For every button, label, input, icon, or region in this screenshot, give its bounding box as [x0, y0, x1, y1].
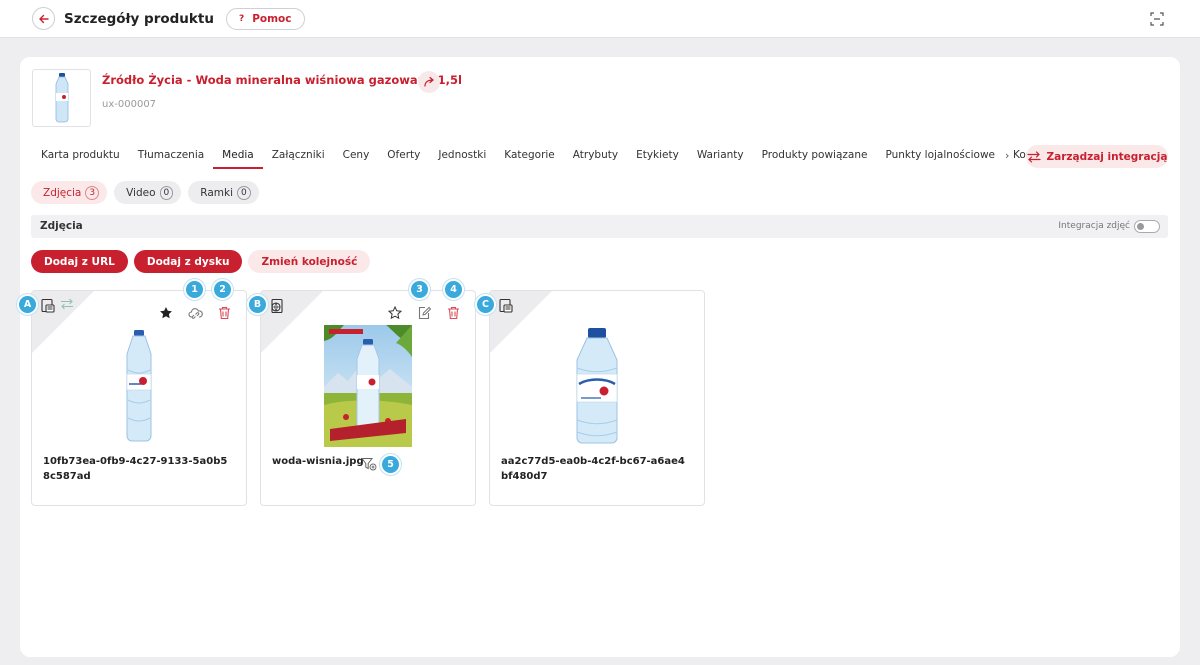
image-file-name: aa2c77d5-ea0b-4c2f-bc67-a6ae4bf480d7: [501, 456, 685, 482]
top-bar: Szczegóły produktu ? Pomoc: [0, 0, 1200, 38]
action-buttons: Dodaj z URL Dodaj z dysku Zmień kolejnoś…: [31, 250, 371, 273]
edit-icon[interactable]: [416, 305, 432, 321]
add-from-disk-button[interactable]: Dodaj z dysku: [133, 250, 243, 273]
swap-arrows-icon: [1026, 150, 1041, 163]
subtab-video[interactable]: Video 0: [114, 181, 182, 204]
subtab-ramki[interactable]: Ramki 0: [188, 181, 259, 204]
arrow-left-icon: [38, 14, 49, 23]
media-type-tabs: Zdjęcia 3 Video 0 Ramki 0: [31, 181, 259, 204]
subtab-label: Ramki: [200, 186, 233, 199]
product-thumbnail: [32, 69, 91, 127]
product-image[interactable]: [261, 325, 475, 447]
star-outline-icon[interactable]: [387, 305, 403, 321]
disk-image-icon: [41, 298, 55, 313]
product-image[interactable]: [32, 325, 246, 447]
reorder-button[interactable]: Zmień kolejność: [248, 250, 371, 273]
count-badge: 3: [85, 185, 100, 200]
toggle-label: Integracja zdjęć: [1058, 221, 1130, 231]
count-badge: 0: [159, 185, 174, 200]
share-button[interactable]: [418, 71, 440, 93]
image-card: 10fb73ea-0fb9-4c27-9133-5a0b58c587ad: [31, 290, 247, 506]
back-button[interactable]: [32, 7, 55, 30]
page-title: Szczegóły produktu: [64, 10, 214, 27]
star-filled-icon[interactable]: [158, 305, 174, 321]
marker-b: B: [247, 294, 268, 315]
subtab-zdjecia[interactable]: Zdjęcia 3: [31, 181, 108, 204]
product-name: Źródło Życia - Woda mineralna wiśniowa g…: [102, 73, 462, 87]
tab-jednostki[interactable]: Jednostki: [429, 145, 495, 169]
trash-icon[interactable]: [445, 305, 461, 321]
marker-4: 4: [443, 279, 464, 300]
subtab-label: Zdjęcia: [43, 186, 82, 199]
image-card: woda-wisnia.jpg: [260, 290, 476, 506]
tab-kategorie[interactable]: Kategorie: [495, 145, 564, 169]
tab-punkty-lojalnosciowe[interactable]: Punkty lojalnościowe: [876, 145, 1004, 169]
subtab-label: Video: [126, 186, 156, 199]
count-badge: 0: [237, 185, 251, 200]
tab-bar: Karta produktu Tłumaczenia Media Załączn…: [32, 145, 1049, 169]
image-card: aa2c77d5-ea0b-4c2f-bc67-a6ae4bf480d7: [489, 290, 705, 506]
image-actions: [387, 305, 461, 321]
fullscreen-icon[interactable]: [1150, 12, 1164, 26]
image-integration-toggle[interactable]: [1134, 220, 1160, 233]
cloud-link-icon[interactable]: [187, 305, 203, 321]
chevron-right-icon[interactable]: ›: [1005, 149, 1009, 162]
marker-2: 2: [212, 279, 233, 300]
filter-add-icon[interactable]: [361, 457, 377, 471]
tab-tlumaczenia[interactable]: Tłumaczenia: [129, 145, 213, 169]
manage-integration-label: Zarządzaj integracją: [1046, 150, 1168, 163]
trash-icon[interactable]: [216, 305, 232, 321]
marker-3: 3: [409, 279, 430, 300]
marker-a: A: [17, 294, 38, 315]
section-header: Zdjęcia Integracja zdjęć: [31, 215, 1168, 238]
bottle-image: [55, 73, 68, 123]
manage-integration-button[interactable]: Zarządzaj integracją: [1026, 145, 1168, 168]
tab-oferty[interactable]: Oferty: [378, 145, 429, 169]
marker-5: 5: [380, 454, 401, 475]
question-icon: ?: [238, 13, 245, 24]
tab-karta-produktu[interactable]: Karta produktu: [32, 145, 129, 169]
marker-c: C: [475, 294, 496, 315]
image-actions: [158, 305, 232, 321]
product-card: Źródło Życia - Woda mineralna wiśniowa g…: [20, 57, 1180, 657]
add-from-url-button[interactable]: Dodaj z URL: [31, 250, 128, 273]
help-button[interactable]: ? Pomoc: [225, 7, 305, 30]
product-image[interactable]: [490, 325, 704, 447]
tab-etykiety[interactable]: Etykiety: [627, 145, 688, 169]
image-file-name: 10fb73ea-0fb9-4c27-9133-5a0b58c587ad: [43, 456, 228, 482]
sync-icon: [61, 298, 73, 310]
tab-zalaczniki[interactable]: Załączniki: [263, 145, 334, 169]
help-label: Pomoc: [252, 12, 292, 25]
tab-media[interactable]: Media: [213, 145, 263, 169]
web-image-icon: [271, 298, 283, 314]
section-title: Zdjęcia: [40, 220, 83, 232]
tab-atrybuty[interactable]: Atrybuty: [564, 145, 627, 169]
tab-warianty[interactable]: Warianty: [688, 145, 753, 169]
marker-1: 1: [184, 279, 205, 300]
tab-produkty-powiazane[interactable]: Produkty powiązane: [753, 145, 877, 169]
disk-image-icon: [499, 298, 513, 313]
product-code: ux-000007: [102, 99, 157, 110]
share-arrow-icon: [424, 76, 434, 87]
tab-ceny[interactable]: Ceny: [334, 145, 379, 169]
